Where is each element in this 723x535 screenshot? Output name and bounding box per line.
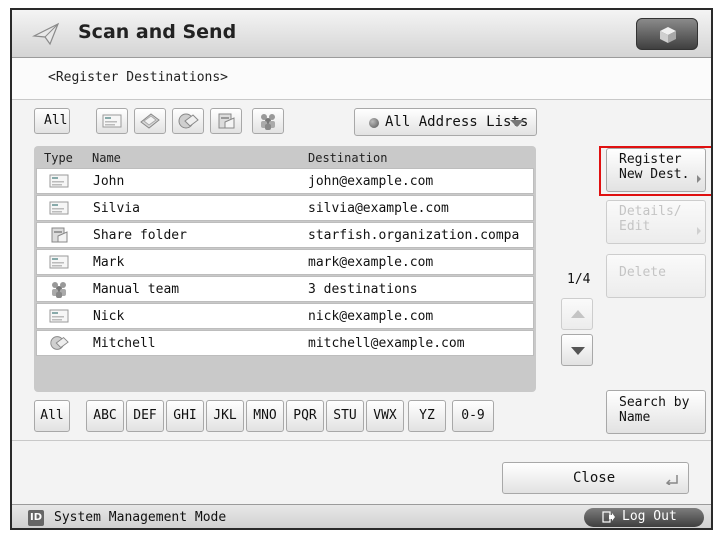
table-row[interactable]: Manual team 3 destinations [36, 276, 534, 302]
return-icon [666, 475, 678, 485]
index-pqr-button[interactable]: PQR [286, 400, 324, 432]
filter-all-button[interactable]: All [34, 108, 70, 134]
table-row[interactable]: John john@example.com [36, 168, 534, 194]
row-destination: starfish.organization.compa [308, 228, 520, 243]
row-destination: nick@example.com [308, 309, 434, 324]
table-row[interactable]: Mitchell mitchell@example.com [36, 330, 534, 356]
scan-send-icon [32, 22, 60, 46]
row-destination: 3 destinations [308, 282, 418, 297]
menu-button[interactable] [636, 18, 698, 50]
arrow-down-icon [571, 347, 585, 355]
row-name: Manual team [93, 282, 180, 297]
row-destination: john@example.com [308, 174, 434, 189]
file-server-icon [218, 113, 235, 129]
row-name: Share folder [93, 228, 187, 243]
column-destination: Destination [308, 151, 388, 165]
search-by-name-button[interactable]: Search by Name [606, 390, 706, 434]
id-badge-icon: ID [28, 510, 44, 526]
address-book-icon [369, 118, 379, 128]
row-name: Mark [93, 255, 125, 270]
group-icon [261, 114, 275, 130]
row-destination: silvia@example.com [308, 201, 449, 216]
highlight-box [599, 146, 711, 196]
ifax-icon [50, 336, 69, 350]
index-def-button[interactable]: DEF [126, 400, 164, 432]
divider [12, 440, 711, 441]
page-indicator: 1/4 [567, 272, 591, 287]
cube-icon [660, 27, 676, 43]
row-name: Nick [93, 309, 125, 324]
destination-table: Type Name Destination John john@example.… [34, 146, 536, 392]
subheader-title: <Register Destinations> [48, 70, 229, 85]
index-jkl-button[interactable]: JKL [206, 400, 244, 432]
mode-label: System Management Mode [54, 510, 227, 525]
email-card-icon [49, 174, 69, 188]
fax-icon [140, 113, 160, 129]
index-all-button[interactable]: All [34, 400, 70, 432]
chevron-down-icon [510, 120, 524, 127]
breadcrumb: <Register Destinations> [12, 58, 711, 100]
email-card-icon [102, 114, 122, 128]
filter-file-server-button[interactable] [210, 108, 242, 134]
table-row[interactable]: Mark mark@example.com [36, 249, 534, 275]
row-destination: mark@example.com [308, 255, 434, 270]
app-window: Scan and Send <Register Destinations> Al… [10, 8, 713, 530]
index-abc-button[interactable]: ABC [86, 400, 124, 432]
table-row[interactable]: Silvia silvia@example.com [36, 195, 534, 221]
index-vwx-button[interactable]: VWX [366, 400, 404, 432]
table-row[interactable]: Nick nick@example.com [36, 303, 534, 329]
filter-fax-button[interactable] [134, 108, 166, 134]
column-type: Type [44, 151, 73, 165]
email-card-icon [49, 201, 69, 215]
log-out-button[interactable]: Log Out [584, 508, 704, 527]
close-button[interactable]: Close [502, 462, 689, 494]
log-out-icon [602, 511, 615, 523]
group-icon [52, 282, 66, 298]
arrow-up-icon [571, 310, 585, 318]
ifax-icon [178, 113, 199, 129]
row-destination: mitchell@example.com [308, 336, 465, 351]
index-0-9-button[interactable]: 0-9 [452, 400, 494, 432]
status-bar: ID System Management Mode Log Out [12, 504, 711, 528]
index-stu-button[interactable]: STU [326, 400, 364, 432]
page-title: Scan and Send [78, 21, 237, 43]
scroll-up-button[interactable] [561, 298, 593, 330]
delete-button[interactable]: Delete [606, 254, 706, 298]
index-mno-button[interactable]: MNO [246, 400, 284, 432]
row-name: John [93, 174, 125, 189]
title-bar: Scan and Send [12, 10, 711, 58]
filter-group-button[interactable] [252, 108, 284, 134]
chevron-right-icon [697, 227, 701, 235]
file-server-icon [51, 227, 68, 243]
column-name: Name [92, 151, 121, 165]
index-yz-button[interactable]: YZ [408, 400, 446, 432]
filter-email-button[interactable] [96, 108, 128, 134]
email-card-icon [49, 255, 69, 269]
details-edit-button[interactable]: Details/ Edit [606, 200, 706, 244]
index-ghi-button[interactable]: GHI [166, 400, 204, 432]
table-header: Type Name Destination [34, 146, 536, 168]
table-row[interactable]: Share folder starfish.organization.compa [36, 222, 534, 248]
scroll-down-button[interactable] [561, 334, 593, 366]
row-name: Mitchell [93, 336, 156, 351]
row-name: Silvia [93, 201, 140, 216]
email-card-icon [49, 309, 69, 323]
filter-ifax-button[interactable] [172, 108, 204, 134]
address-list-dropdown[interactable]: All Address Lists [354, 108, 537, 136]
